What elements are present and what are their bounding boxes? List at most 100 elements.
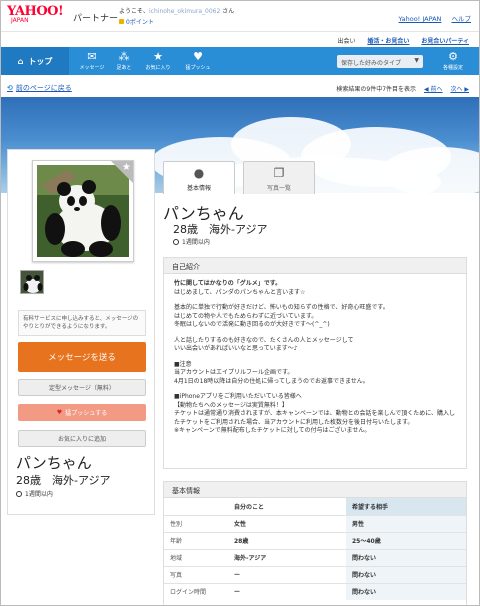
push-button[interactable]: ♥ 猛プッシュする <box>18 404 146 421</box>
points-value: 0ポイント <box>126 19 154 26</box>
site-header: YAHOO! JAPAN パートナー ようこそ、ichinohe_okimura… <box>1 1 479 31</box>
table-row: 性別 女性 男性 <box>164 514 466 532</box>
intro-paragraph: 基本的に単独で行動が好きだけど、怖いもの知らずの性格で、好奇心旺盛です。 はじめ… <box>174 304 389 328</box>
template-message-button[interactable]: 定型メッセージ（無料） <box>18 379 146 396</box>
nav-message-label: メッセージ <box>79 65 105 71</box>
row-label: 性別 <box>164 514 228 532</box>
subnav-konkatsu-link[interactable]: 婚活・お見合い <box>367 38 409 45</box>
row-label: 年齢 <box>164 531 228 549</box>
nav-favorites-label: お気に入り <box>145 65 171 71</box>
add-favorite-button[interactable]: お気に入りに追加 <box>18 430 146 447</box>
mail-icon: ✉ <box>87 50 97 63</box>
nav-push-label: 猛プッシュ <box>185 65 211 71</box>
intro-panel: 自己紹介 竹に関してはかなりの「グルメ」です。 はじめまして、パンダのパンちゃん… <box>163 257 467 469</box>
sidebar-last-login-value: 1週間以内 <box>25 491 53 498</box>
page-frame: YAHOO! JAPAN パートナー ようこそ、ichinohe_okimura… <box>0 0 480 606</box>
nav-footprints[interactable]: ⁂ 足あと <box>109 50 139 74</box>
saved-type-value: 保存した好みのタイプ <box>341 60 402 67</box>
person-icon: ● <box>193 166 205 180</box>
result-pager: 検索結果の9件中7件目を表示 ◀ 前へ 次へ ▶ <box>336 84 469 93</box>
row-label: 写真 <box>164 565 228 583</box>
clock-icon <box>16 491 22 497</box>
row-want-value: 問わない <box>346 582 466 600</box>
prev-link[interactable]: ◀ 前へ <box>424 86 443 93</box>
row-self-value: 28歳 <box>228 531 346 549</box>
subnav-party-link[interactable]: お見合いパーティ <box>421 38 469 45</box>
intro-headline: 竹に関してはかなりの「グルメ」です。 <box>174 280 282 287</box>
sidebar-profile-name: パンちゃん <box>16 454 92 472</box>
profile-last-login: 1週間以内 <box>173 237 210 246</box>
next-label: 次へ <box>450 86 463 93</box>
welcome-prefix: ようこそ、 <box>119 8 150 15</box>
row-self-value: 海外-アジア <box>228 548 346 566</box>
table-row: ログイン時間 ー 問わない <box>164 582 466 600</box>
table-row: 地域 海外-アジア 問わない <box>164 548 466 566</box>
points-link[interactable]: 0ポイント <box>119 17 154 26</box>
tab-photos[interactable]: ❐ 写真一覧 <box>243 161 315 194</box>
profile-main: パンちゃん 28歳 海外-アジア 1週間以内 自己紹介 竹に関してはかなりの「グ… <box>163 194 473 605</box>
subnav-deai[interactable]: 出会い <box>337 38 355 45</box>
push-label: 猛プッシュする <box>65 410 108 417</box>
nav-push[interactable]: ♥ 猛プッシュ <box>183 50 213 74</box>
row-want-value: 25〜40歳 <box>346 531 466 549</box>
tab-basic-info-label: 基本情報 <box>186 185 211 192</box>
col-want: 希望する相手 <box>346 498 466 515</box>
nav-top-button[interactable]: ⌂ トップ <box>1 47 69 75</box>
back-label: 前のページに戻る <box>15 84 72 92</box>
help-link[interactable]: ヘルプ <box>452 15 472 23</box>
service-brand: パートナー <box>73 14 119 24</box>
table-header-row: 自分のこと 希望する相手 <box>164 498 466 515</box>
profile-age-region: 28歳 海外-アジア <box>173 223 268 236</box>
table-row: 写真 ー 問わない <box>164 565 466 583</box>
chevron-down-icon: ▼ <box>414 57 419 64</box>
table-header-empty <box>164 498 228 515</box>
sidebar-age-region: 28歳 海外-アジア <box>16 474 111 487</box>
profile-last-login-value: 1週間以内 <box>182 239 210 246</box>
photo-thumbnail[interactable] <box>20 270 44 294</box>
clock-icon <box>173 239 179 245</box>
intro-paragraph: ■注意 当アカウントはエイプリルフール企画です。 4月1日の18時以降は自分の住… <box>174 360 369 385</box>
yahoo-japan-link[interactable]: Yahoo! JAPAN <box>399 15 442 23</box>
logo-subtitle: JAPAN <box>11 17 29 24</box>
back-link[interactable]: ⟲ 前のページに戻る <box>7 83 72 93</box>
basic-info-panel: 基本情報 自分のこと 希望する相手 性別 女性 男性 年齢 28歳 25〜40歳 <box>163 481 467 605</box>
send-message-button[interactable]: メッセージを送る <box>18 342 146 372</box>
row-want-value: 問わない <box>346 548 466 566</box>
row-label: ログイン時間 <box>164 582 228 600</box>
row-self-value: ー <box>228 582 346 600</box>
photos-icon: ❐ <box>273 166 285 180</box>
row-label: 地域 <box>164 548 228 566</box>
next-link[interactable]: 次へ ▶ <box>450 86 469 93</box>
tab-photos-label: 写真一覧 <box>266 185 291 192</box>
basic-info-table: 自分のこと 希望する相手 性別 女性 男性 年齢 28歳 25〜40歳 地域 海… <box>164 498 466 600</box>
row-self-value: 女性 <box>228 514 346 532</box>
nav-settings-label: 各種設定 <box>442 65 463 71</box>
tab-basic-info[interactable]: ● 基本情報 <box>163 161 235 194</box>
username: ichinohe_okimura_0062 <box>149 8 221 15</box>
row-want-value: 問わない <box>346 565 466 583</box>
header-links: Yahoo! JAPAN ヘルプ <box>391 13 471 23</box>
back-arrow-icon: ⟲ <box>7 84 13 92</box>
col-self: 自分のこと <box>228 498 346 515</box>
nav-settings[interactable]: ⚙ 各種設定 <box>433 50 473 74</box>
profile-sidebar: ★ 有料サービスに申し込みすると、メッセージのやりとりができるようになります。 … <box>7 149 155 515</box>
nav-favorites[interactable]: ★ お気に入り <box>143 50 173 74</box>
footprint-icon: ⁂ <box>118 50 130 63</box>
intro-paragraph: はじめまして、パンダのパンちゃんと言います☆ <box>174 288 306 296</box>
intro-paragraph: 人と話したりするのも好きなので、たくさんの人とメッセージして いい出会いがあれば… <box>174 336 354 353</box>
saved-type-select[interactable]: 保存した好みのタイプ ▼ <box>337 55 423 68</box>
main-nav: ⌂ トップ ✉ メッセージ ⁂ 足あと ★ お気に入り ♥ 猛プッシュ 保存した… <box>1 47 479 75</box>
coin-icon <box>119 19 124 24</box>
welcome-text: ようこそ、ichinohe_okimura_0062 さん <box>119 6 234 15</box>
back-bar: ⟲ 前のページに戻る 検索結果の9件中7件目を表示 ◀ 前へ 次へ ▶ <box>1 80 479 96</box>
prev-label: 前へ <box>430 86 443 93</box>
sidebar-last-login: 1週間以内 <box>16 489 53 498</box>
star-icon: ★ <box>122 162 131 173</box>
intro-body: 竹に関してはかなりの「グルメ」です。 はじめまして、パンダのパンちゃんと言います… <box>164 274 466 449</box>
profile-photo[interactable]: ★ <box>32 160 134 262</box>
home-icon: ⌂ <box>17 56 24 66</box>
basic-info-heading: 基本情報 <box>164 482 466 498</box>
nav-message[interactable]: ✉ メッセージ <box>77 50 107 74</box>
nav-footprints-label: 足あと <box>116 65 132 71</box>
row-want-value: 男性 <box>346 514 466 532</box>
